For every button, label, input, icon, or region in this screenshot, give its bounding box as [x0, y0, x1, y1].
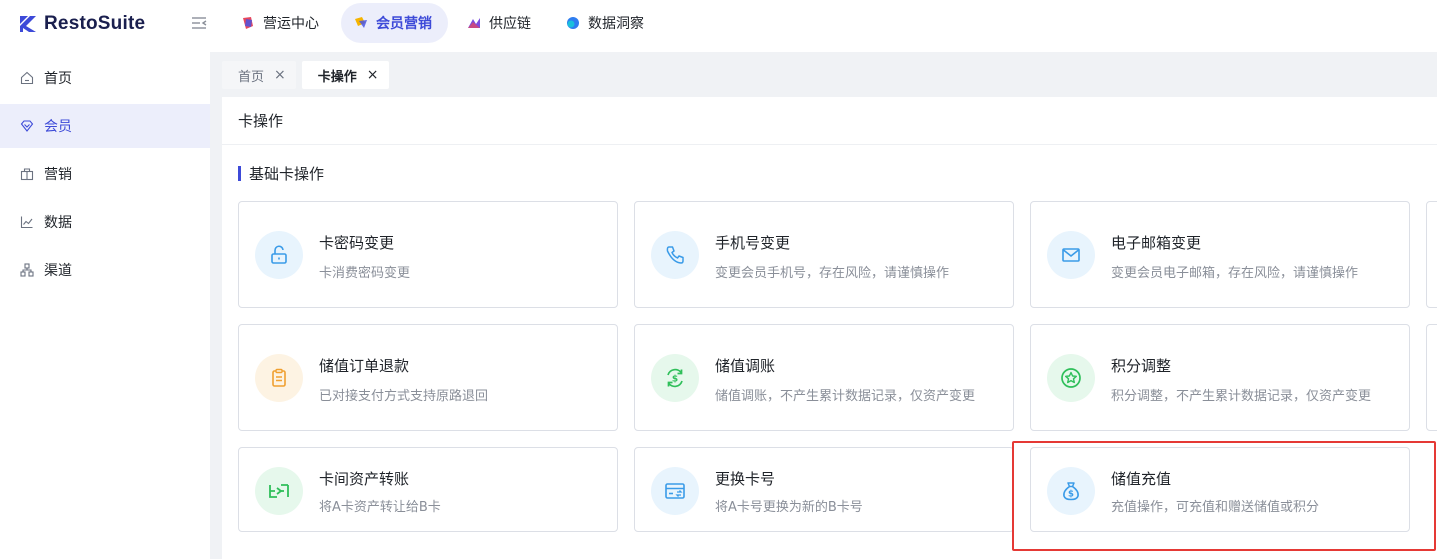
data-chart-icon: [20, 216, 33, 229]
topnav-label: 供应链: [489, 16, 531, 32]
svg-text:$: $: [672, 375, 678, 385]
card-password-change[interactable]: 卡密码变更 卡消费密码变更: [238, 201, 618, 308]
card-title: 积分调整: [1111, 357, 1172, 375]
channel-icon: [20, 263, 34, 277]
sidebar-item-label: 营销: [44, 167, 72, 183]
sidebar-item-marketing[interactable]: 营销: [0, 152, 210, 196]
top-bar: RestoSuite 营运中心 会员营销 供应链 数据洞察: [0, 0, 1437, 52]
data-insight-icon: [567, 17, 579, 29]
page-title: 卡操作: [222, 97, 1437, 145]
sidebar-item-label: 数据: [44, 215, 72, 231]
adjust-balance-icon: $: [651, 354, 699, 402]
transfer-icon: [255, 467, 303, 515]
page-tabs: 首页 × 卡操作 ×: [222, 61, 395, 89]
home-icon: [20, 71, 34, 85]
section-title: 基础卡操作: [238, 164, 325, 183]
card-partial-next[interactable]: [1426, 201, 1437, 308]
card-title: 电子邮箱变更: [1111, 234, 1202, 252]
card-title: 卡密码变更: [319, 234, 395, 252]
card-title: 卡间资产转账: [319, 470, 410, 488]
topnav-label: 营运中心: [263, 16, 319, 32]
sidebar-item-home[interactable]: 首页: [0, 56, 210, 100]
card-title: 储值订单退款: [319, 357, 410, 375]
card-desc: 储值调账，不产生累计数据记录，仅资产变更: [715, 389, 976, 404]
collapse-menu-icon[interactable]: [191, 15, 207, 31]
sidebar-item-label: 渠道: [44, 263, 72, 279]
sidebar-item-member[interactable]: 会员: [0, 104, 210, 148]
topnav-label: 数据洞察: [588, 16, 644, 32]
unlock-icon: [255, 231, 303, 279]
points-star-icon: [1047, 354, 1095, 402]
card-stored-value-recharge[interactable]: $ 储值充值 充值操作，可充值和赠送储值或积分: [1030, 447, 1410, 532]
sidebar-item-label: 首页: [44, 71, 72, 87]
card-asset-transfer[interactable]: 卡间资产转账 将A卡资产转让给B卡: [238, 447, 618, 532]
card-desc: 变更会员手机号，存在风险，请谨慎操作: [715, 266, 950, 281]
card-title: 储值调账: [715, 357, 776, 375]
brand-name: RestoSuite: [44, 13, 146, 34]
sidebar-item-channel[interactable]: 渠道: [0, 248, 210, 292]
member-icon: [20, 120, 34, 132]
close-icon[interactable]: ×: [274, 67, 286, 83]
card-stored-value-refund[interactable]: 储值订单退款 已对接支付方式支持原路退回: [238, 324, 618, 431]
card-title: 更换卡号: [715, 470, 776, 488]
card-email-change[interactable]: 电子邮箱变更 变更会员电子邮箱，存在风险，请谨慎操作: [1030, 201, 1410, 308]
topnav-data-insight[interactable]: 数据洞察: [553, 3, 660, 43]
main-panel: 卡操作 基础卡操作 卡密码变更 卡消费密码变更 手机号变更 变更会员手机号，存在…: [222, 97, 1437, 559]
operations-icon: [243, 17, 253, 29]
sidebar-item-data[interactable]: 数据: [0, 200, 210, 244]
card-desc: 积分调整，不产生累计数据记录，仅资产变更: [1111, 389, 1372, 404]
card-desc: 变更会员电子邮箱，存在风险，请谨慎操作: [1111, 266, 1359, 281]
refund-order-icon: [255, 354, 303, 402]
phone-icon: [651, 231, 699, 279]
money-bag-icon: $: [1047, 467, 1095, 515]
card-desc: 将A卡资产转让给B卡: [319, 500, 441, 515]
topnav-supply-chain[interactable]: 供应链: [454, 3, 547, 43]
card-points-adjust[interactable]: 积分调整 积分调整，不产生累计数据记录，仅资产变更: [1030, 324, 1410, 431]
card-desc: 充值操作，可充值和赠送储值或积分: [1111, 500, 1320, 515]
marketing-icon: [20, 168, 34, 181]
card-number-change[interactable]: 更换卡号 将A卡号更换为新的B卡号: [634, 447, 1014, 532]
member-marketing-icon: [355, 17, 367, 28]
tab-home[interactable]: 首页 ×: [222, 61, 296, 89]
card-title: 手机号变更: [715, 234, 791, 252]
card-title: 储值充值: [1111, 470, 1172, 488]
topnav-operations[interactable]: 营运中心: [228, 3, 335, 43]
logo-mark-icon: [20, 16, 36, 32]
supply-chain-icon: [468, 18, 480, 28]
card-partial-next[interactable]: [1426, 324, 1437, 431]
topnav-member-marketing[interactable]: 会员营销: [341, 3, 448, 43]
card-desc: 卡消费密码变更: [319, 266, 411, 281]
card-balance-adjust[interactable]: $ 储值调账 储值调账，不产生累计数据记录，仅资产变更: [634, 324, 1014, 431]
brand-logo[interactable]: RestoSuite: [18, 12, 145, 36]
close-icon[interactable]: ×: [367, 67, 379, 83]
card-desc: 已对接支付方式支持原路退回: [319, 389, 489, 404]
card-desc: 将A卡号更换为新的B卡号: [715, 500, 863, 515]
card-swap-icon: [651, 467, 699, 515]
tab-label: 首页: [238, 69, 265, 85]
mail-icon: [1047, 231, 1095, 279]
sidebar: 首页 会员 营销 数据 渠道: [0, 52, 210, 559]
svg-text:$: $: [1068, 490, 1074, 500]
sidebar-item-label: 会员: [44, 119, 72, 135]
card-phone-change[interactable]: 手机号变更 变更会员手机号，存在风险，请谨慎操作: [634, 201, 1014, 308]
section-title-text: 基础卡操作: [249, 164, 325, 183]
top-nav: 营运中心 会员营销 供应链 数据洞察: [228, 3, 666, 43]
tab-card-operations[interactable]: 卡操作 ×: [301, 61, 389, 89]
tab-label: 卡操作: [317, 69, 357, 85]
section-title-bar: [238, 165, 241, 181]
topnav-label: 会员营销: [376, 16, 432, 32]
